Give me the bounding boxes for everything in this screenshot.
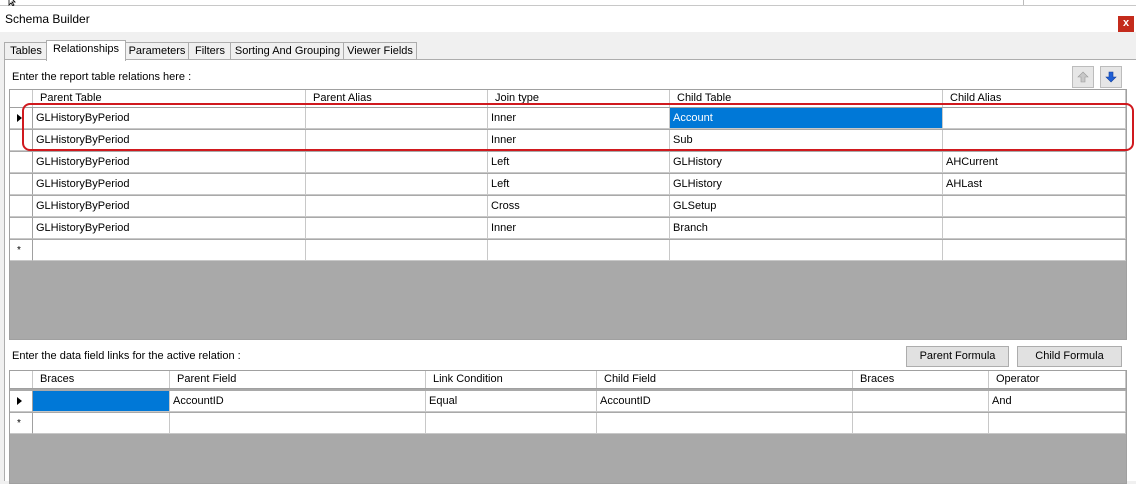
new-row-cell[interactable] bbox=[170, 413, 426, 434]
cell-parent-table[interactable]: GLHistoryByPeriod bbox=[33, 152, 306, 173]
cell-braces-close[interactable] bbox=[853, 391, 989, 412]
cell-parent-alias[interactable] bbox=[306, 196, 488, 217]
cell-join-type[interactable]: Inner bbox=[488, 130, 670, 151]
current-row-icon bbox=[17, 114, 22, 122]
arrow-down-icon bbox=[1105, 71, 1117, 83]
column-header-join-type[interactable]: Join type bbox=[488, 90, 670, 107]
child-formula-button[interactable]: Child Formula bbox=[1017, 346, 1122, 367]
row-header-corner bbox=[10, 371, 33, 388]
cell-parent-table[interactable]: GLHistoryByPeriod bbox=[33, 130, 306, 151]
cell-join-type[interactable]: Inner bbox=[488, 218, 670, 239]
new-row-cell[interactable] bbox=[853, 413, 989, 434]
cell-child-table[interactable]: GLSetup bbox=[670, 196, 943, 217]
parent-formula-button[interactable]: Parent Formula bbox=[906, 346, 1009, 367]
cell-parent-table[interactable]: GLHistoryByPeriod bbox=[33, 196, 306, 217]
row-header[interactable] bbox=[10, 196, 33, 217]
cell-parent-table[interactable]: GLHistoryByPeriod bbox=[33, 108, 306, 129]
column-header-parent-alias[interactable]: Parent Alias bbox=[306, 90, 488, 107]
tab-tables[interactable]: Tables bbox=[4, 42, 48, 60]
column-header-operator[interactable]: Operator bbox=[989, 371, 1126, 388]
column-header-child-field[interactable]: Child Field bbox=[597, 371, 853, 388]
window-title: Schema Builder bbox=[5, 12, 90, 26]
cell-join-type[interactable]: Inner bbox=[488, 108, 670, 129]
new-row-cell[interactable] bbox=[33, 240, 306, 261]
new-row-header[interactable]: * bbox=[10, 413, 33, 434]
cell-child-alias[interactable] bbox=[943, 196, 1126, 217]
row-header-current[interactable] bbox=[10, 108, 33, 129]
tab-filters[interactable]: Filters bbox=[188, 42, 232, 60]
tab-viewer-fields[interactable]: Viewer Fields bbox=[343, 42, 417, 60]
new-row-icon: * bbox=[17, 418, 21, 429]
row-header[interactable] bbox=[10, 152, 33, 173]
cell-parent-alias[interactable] bbox=[306, 174, 488, 195]
cell-parent-field[interactable]: AccountID bbox=[170, 391, 426, 412]
cell-child-table[interactable]: Sub bbox=[670, 130, 943, 151]
row-header[interactable] bbox=[10, 174, 33, 195]
cell-child-alias[interactable] bbox=[943, 130, 1126, 151]
cell-braces-open-selected[interactable] bbox=[33, 391, 170, 412]
cell-child-alias[interactable] bbox=[943, 218, 1126, 239]
cell-join-type[interactable]: Left bbox=[488, 174, 670, 195]
move-down-button[interactable] bbox=[1100, 66, 1122, 88]
column-header-parent-field[interactable]: Parent Field bbox=[170, 371, 426, 388]
links-grid: Braces Parent Field Link Condition Child… bbox=[9, 370, 1127, 484]
row-header-current[interactable] bbox=[10, 391, 33, 412]
cell-join-type[interactable]: Left bbox=[488, 152, 670, 173]
cell-child-alias[interactable] bbox=[943, 108, 1126, 129]
arrow-up-icon bbox=[1077, 71, 1089, 83]
relations-grid: Parent Table Parent Alias Join type Chil… bbox=[9, 89, 1127, 340]
cell-parent-table[interactable]: GLHistoryByPeriod bbox=[33, 174, 306, 195]
move-up-button[interactable] bbox=[1072, 66, 1094, 88]
top-strip-separator bbox=[1023, 0, 1024, 5]
cell-child-table[interactable]: GLHistory bbox=[670, 152, 943, 173]
column-header-child-alias[interactable]: Child Alias bbox=[943, 90, 1126, 107]
column-header-child-table[interactable]: Child Table bbox=[670, 90, 943, 107]
cell-child-table-selected[interactable]: Account bbox=[670, 108, 943, 129]
row-header-corner bbox=[10, 90, 33, 107]
tab-parameters[interactable]: Parameters bbox=[124, 42, 190, 60]
cell-operator[interactable]: And bbox=[989, 391, 1126, 412]
title-bar: Schema Builder x bbox=[0, 6, 1136, 32]
new-row-cell[interactable] bbox=[597, 413, 853, 434]
row-header[interactable] bbox=[10, 130, 33, 151]
links-prompt: Enter the data field links for the activ… bbox=[12, 350, 241, 362]
cell-child-field[interactable]: AccountID bbox=[597, 391, 853, 412]
relations-header: Parent Table Parent Alias Join type Chil… bbox=[10, 90, 1126, 108]
cell-link-condition[interactable]: Equal bbox=[426, 391, 597, 412]
cell-parent-alias[interactable] bbox=[306, 218, 488, 239]
cell-child-alias[interactable]: AHCurrent bbox=[943, 152, 1126, 173]
current-row-icon bbox=[17, 397, 22, 405]
column-header-parent-table[interactable]: Parent Table bbox=[33, 90, 306, 107]
new-row-cell[interactable] bbox=[670, 240, 943, 261]
column-header-braces-open[interactable]: Braces bbox=[33, 371, 170, 388]
new-row-cell[interactable] bbox=[943, 240, 1126, 261]
cell-parent-alias[interactable] bbox=[306, 130, 488, 151]
relations-prompt: Enter the report table relations here : bbox=[12, 71, 192, 83]
new-row-cell[interactable] bbox=[33, 413, 170, 434]
new-row-cell[interactable] bbox=[488, 240, 670, 261]
tab-relationships[interactable]: Relationships bbox=[46, 40, 126, 61]
new-row-header[interactable]: * bbox=[10, 240, 33, 261]
links-header: Braces Parent Field Link Condition Child… bbox=[10, 371, 1126, 389]
new-row-cell[interactable] bbox=[306, 240, 488, 261]
cell-join-type[interactable]: Cross bbox=[488, 196, 670, 217]
new-row-cell[interactable] bbox=[989, 413, 1126, 434]
cell-parent-alias[interactable] bbox=[306, 152, 488, 173]
tab-sorting-and-grouping[interactable]: Sorting And Grouping bbox=[230, 42, 345, 60]
close-button[interactable]: x bbox=[1118, 16, 1134, 32]
cell-parent-table[interactable]: GLHistoryByPeriod bbox=[33, 218, 306, 239]
new-row-icon: * bbox=[17, 245, 21, 256]
cell-child-alias[interactable]: AHLast bbox=[943, 174, 1126, 195]
column-header-braces-close[interactable]: Braces bbox=[853, 371, 989, 388]
cell-child-table[interactable]: GLHistory bbox=[670, 174, 943, 195]
column-header-link-condition[interactable]: Link Condition bbox=[426, 371, 597, 388]
cell-parent-alias[interactable] bbox=[306, 108, 488, 129]
cell-child-table[interactable]: Branch bbox=[670, 218, 943, 239]
new-row-cell[interactable] bbox=[426, 413, 597, 434]
row-header[interactable] bbox=[10, 218, 33, 239]
